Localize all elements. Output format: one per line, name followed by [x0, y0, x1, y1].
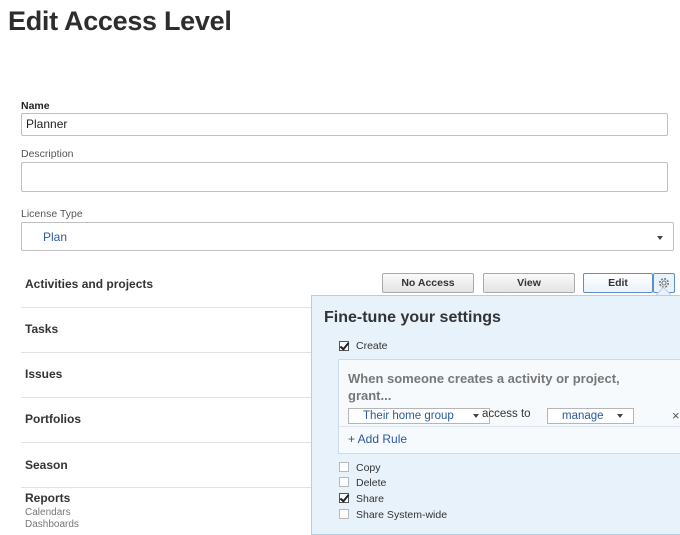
perm-row-activities: Activities and projects: [21, 262, 321, 308]
rule-who-value: Their home group: [363, 410, 454, 422]
perm-row-portfolios: Portfolios: [21, 397, 321, 443]
reports-sub-dashboards: Dashboards: [25, 519, 79, 530]
license-type-label: License Type: [21, 208, 83, 220]
perm-row-issues: Issues: [21, 352, 321, 398]
close-icon[interactable]: ×: [672, 408, 680, 423]
rule-divider: [339, 426, 680, 427]
rule-box: When someone creates a activity or proje…: [338, 359, 680, 454]
page-title: Edit Access Level: [8, 6, 232, 36]
rule-text: When someone creates a activity or proje…: [348, 371, 620, 403]
create-label: Create: [356, 340, 388, 352]
perm-label-issues: Issues: [25, 367, 63, 381]
perm-label-reports: Reports: [25, 491, 71, 505]
view-button[interactable]: View: [483, 273, 575, 293]
license-type-select[interactable]: Plan: [21, 222, 674, 251]
chevron-down-icon: [617, 414, 623, 418]
perm-label-portfolios: Portfolios: [25, 412, 81, 426]
popover-title: Fine-tune your settings: [324, 309, 501, 326]
reports-sub-calendars: Calendars: [25, 507, 71, 518]
rule-access-label: access to: [482, 408, 531, 420]
description-input[interactable]: [21, 162, 668, 192]
delete-checkbox[interactable]: [339, 477, 349, 487]
license-type-value: Plan: [43, 230, 68, 244]
chevron-down-icon: [657, 236, 663, 240]
no-access-button[interactable]: No Access: [382, 273, 474, 293]
name-input[interactable]: Planner: [21, 113, 668, 136]
description-label: Description: [21, 148, 74, 160]
copy-label: Copy: [356, 462, 381, 474]
share-system-wide-label: Share System-wide: [356, 509, 448, 521]
perm-row-season: Season: [21, 442, 321, 488]
perm-label-activities: Activities and projects: [25, 277, 154, 291]
copy-checkbox[interactable]: [339, 462, 349, 472]
perm-label-tasks: Tasks: [25, 322, 59, 336]
fine-tune-popover: Fine-tune your settings Create When some…: [311, 295, 680, 535]
perm-row-tasks: Tasks: [21, 307, 321, 353]
rule-who-select[interactable]: Their home group: [348, 408, 490, 424]
chevron-down-icon: [473, 414, 479, 418]
share-label: Share: [356, 493, 385, 505]
rule-level-select[interactable]: manage: [547, 408, 634, 424]
share-checkbox[interactable]: [339, 493, 349, 503]
delete-label: Delete: [356, 477, 387, 489]
add-rule-link[interactable]: + Add Rule: [348, 432, 407, 446]
rule-level-value: manage: [562, 410, 604, 422]
perm-label-season: Season: [25, 458, 68, 472]
edit-button[interactable]: Edit: [583, 273, 653, 293]
share-system-wide-checkbox[interactable]: [339, 509, 349, 519]
create-checkbox[interactable]: [339, 341, 349, 351]
name-label: Name: [21, 100, 50, 112]
